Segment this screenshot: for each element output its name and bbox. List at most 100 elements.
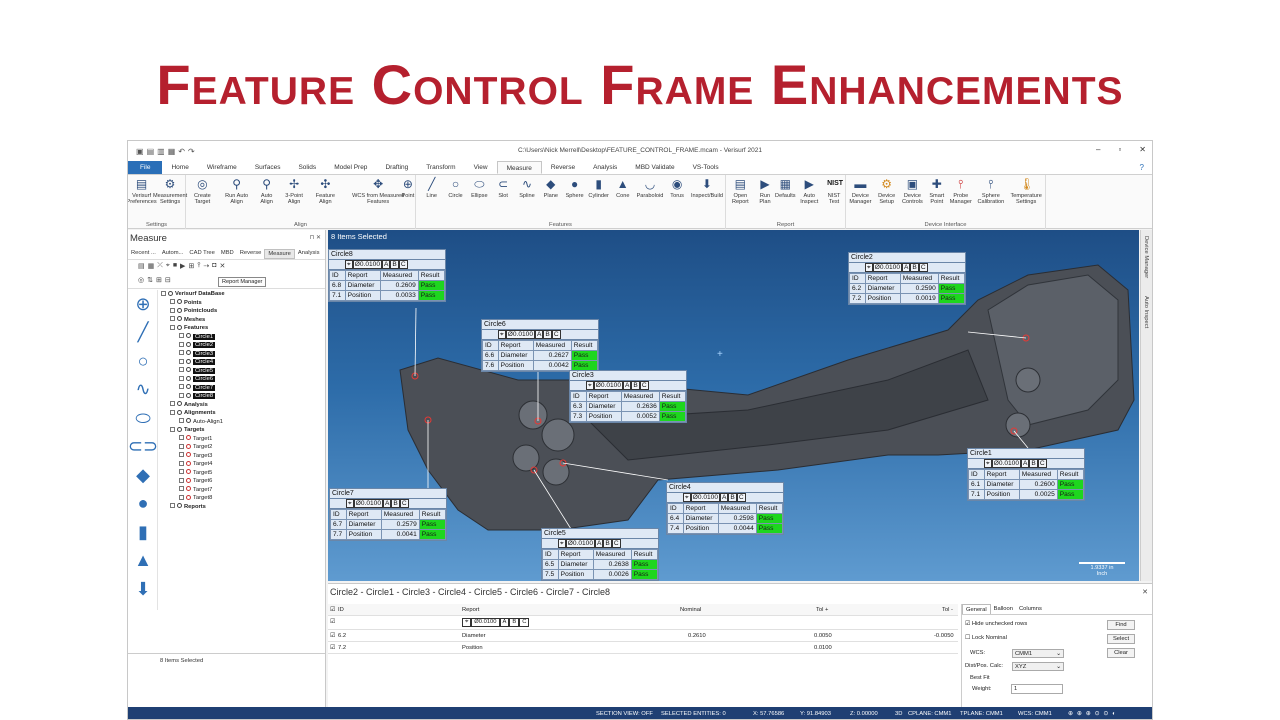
tree-node[interactable]: Targets: [161, 426, 323, 435]
tree-checkbox[interactable]: [179, 392, 184, 398]
device-manager-button[interactable]: ▬ Device Manager: [846, 177, 875, 206]
help-icon[interactable]: ?: [1140, 161, 1152, 174]
device-manager-side-tab[interactable]: Device Manager: [1143, 236, 1149, 278]
sphere-calibration-button[interactable]: ⫯ Sphere Calibration: [974, 177, 1007, 206]
tree-checkbox[interactable]: [179, 452, 184, 458]
torus-button[interactable]: ◉ Torus: [667, 177, 687, 199]
tree-node[interactable]: Circle8: [161, 392, 323, 401]
section-view-status[interactable]: SECTION VIEW: OFF: [596, 711, 653, 717]
delete-icon[interactable]: ✕: [219, 262, 225, 270]
row-checkbox[interactable]: ☑: [330, 645, 335, 651]
play-icon[interactable]: ▶: [180, 262, 185, 270]
tree-checkbox[interactable]: [179, 350, 184, 356]
feature-control-frame-callout[interactable]: Circle5 ⌖ Ø0.0100 A B C ID Report Measured Result…: [541, 528, 659, 581]
tree-icon[interactable]: ⊞: [156, 276, 162, 284]
tree-checkbox[interactable]: [179, 435, 184, 441]
tree-checkbox[interactable]: [170, 299, 175, 305]
tab-reverse[interactable]: Reverse: [237, 249, 265, 259]
circle-button[interactable]: ○ Circle: [446, 177, 466, 199]
tree-node[interactable]: Circle1: [161, 333, 323, 342]
tree-node[interactable]: Analysis: [161, 401, 323, 410]
plane-button[interactable]: ◆ Plane: [541, 177, 561, 199]
ellipse-icon[interactable]: ⬭: [128, 404, 158, 433]
tree-checkbox[interactable]: [170, 426, 175, 432]
pin-icon[interactable]: ⊓ ✕: [310, 234, 321, 241]
tree-node[interactable]: Alignments: [161, 409, 323, 418]
tree-checkbox[interactable]: [179, 486, 184, 492]
tab-general[interactable]: General: [962, 604, 991, 614]
tree-checkbox[interactable]: [170, 324, 175, 330]
feature-control-frame-callout[interactable]: Circle1 ⌖ Ø0.0100 A B C ID Report Measured Result…: [967, 448, 1085, 501]
tree-node[interactable]: Target1: [161, 435, 323, 444]
tree-checkbox[interactable]: [170, 307, 175, 313]
tab-view[interactable]: View: [465, 161, 497, 174]
plane-icon[interactable]: ◆: [128, 461, 158, 490]
tree-node[interactable]: Target4: [161, 460, 323, 469]
tree-node[interactable]: Target3: [161, 452, 323, 461]
spline-icon[interactable]: ∿: [128, 376, 158, 405]
report-manager-icon[interactable]: ⊞: [188, 262, 194, 270]
tree-node[interactable]: Auto-Align1: [161, 418, 323, 427]
view-controls-icons[interactable]: ⊕⊕⊕⊙⊙◐: [1068, 711, 1120, 717]
export-icon[interactable]: ⇢: [203, 262, 209, 270]
filter-icon[interactable]: ⌖: [166, 262, 170, 270]
tab-autom[interactable]: Autom...: [159, 249, 187, 259]
tab-analysis-panel[interactable]: Analysis: [295, 249, 323, 259]
wcs-status[interactable]: WCS: CMM1: [1018, 711, 1052, 717]
tab-transform[interactable]: Transform: [417, 161, 464, 174]
feature-align-button[interactable]: ✣ Feature Align: [309, 177, 341, 206]
tree-checkbox[interactable]: [179, 341, 184, 347]
probe-icon[interactable]: ⫯: [197, 262, 200, 270]
sort-icon[interactable]: ⇅: [147, 276, 153, 284]
arrow-down-icon[interactable]: ⬇: [128, 575, 158, 604]
smart-point-button[interactable]: ✚ Smart Point: [926, 177, 947, 206]
tree-node[interactable]: Circle6: [161, 375, 323, 384]
target-icon[interactable]: ◎: [138, 276, 144, 284]
tree-node[interactable]: Circle2: [161, 341, 323, 350]
find-button[interactable]: Find: [1107, 620, 1135, 630]
expand-icon[interactable]: ⊟: [165, 276, 171, 284]
tree-checkbox[interactable]: [170, 316, 175, 322]
tab-recent[interactable]: Recent ...: [128, 249, 159, 259]
tree-checkbox[interactable]: [179, 443, 184, 449]
spline-button[interactable]: ∿ Spline: [517, 177, 537, 199]
sphere-button[interactable]: ● Sphere: [565, 177, 585, 199]
point-icon[interactable]: ⊕: [128, 290, 158, 319]
tree-node[interactable]: Features: [161, 324, 323, 333]
tree-node[interactable]: Target5: [161, 469, 323, 478]
auto-align-button[interactable]: ⚲ Auto Align: [254, 177, 278, 206]
tree-checkbox[interactable]: [179, 418, 184, 424]
measurement-settings-button[interactable]: ⚙ Measurement Settings: [153, 177, 187, 206]
circle-icon[interactable]: ○: [128, 347, 158, 376]
tab-mbd[interactable]: MBD: [218, 249, 237, 259]
device-controls-button[interactable]: ▣ Device Controls: [898, 177, 926, 206]
sphere-icon[interactable]: ●: [128, 490, 158, 519]
create-target-button[interactable]: ◎ Create Target: [186, 177, 219, 206]
line-button[interactable]: ╱ Line: [422, 177, 442, 199]
tab-columns[interactable]: Columns: [1016, 604, 1045, 614]
tree-checkbox[interactable]: [170, 503, 175, 509]
tab-solids[interactable]: Solids: [289, 161, 325, 174]
tab-drafting[interactable]: Drafting: [376, 161, 417, 174]
tree-checkbox[interactable]: [179, 358, 184, 364]
tree-node[interactable]: Pointclouds: [161, 307, 323, 316]
header-checkbox[interactable]: ☑: [330, 607, 335, 613]
row-checkbox[interactable]: ☑: [330, 633, 335, 639]
tree-node[interactable]: Reports: [161, 503, 323, 512]
tab-surfaces[interactable]: Surfaces: [246, 161, 290, 174]
nist-test-button[interactable]: NIST NIST Test: [823, 177, 845, 206]
tree-node[interactable]: Circle4: [161, 358, 323, 367]
run-plan-button[interactable]: ▶ Run Plan: [755, 177, 776, 206]
slot-button[interactable]: ⊂ Slot: [493, 177, 513, 199]
minimize-icon[interactable]: –: [1096, 145, 1100, 154]
temperature-settings-button[interactable]: 🌡 Temperature Settings: [1007, 177, 1045, 206]
tab-measure-panel[interactable]: Measure: [264, 249, 295, 259]
clear-button[interactable]: Clear: [1107, 648, 1135, 658]
tree-checkbox[interactable]: [179, 333, 184, 339]
slot-icon[interactable]: ⊂⊃: [128, 433, 158, 462]
device-setup-button[interactable]: ⚙ Device Setup: [875, 177, 899, 206]
tree-node[interactable]: Target7: [161, 486, 323, 495]
select-button[interactable]: Select: [1107, 634, 1135, 644]
feature-control-frame-callout[interactable]: Circle8 ⌖ Ø0.0100 A B C ID Report Measured Result…: [328, 249, 446, 302]
wcs-select[interactable]: CMM1 ⌄: [1012, 649, 1064, 658]
